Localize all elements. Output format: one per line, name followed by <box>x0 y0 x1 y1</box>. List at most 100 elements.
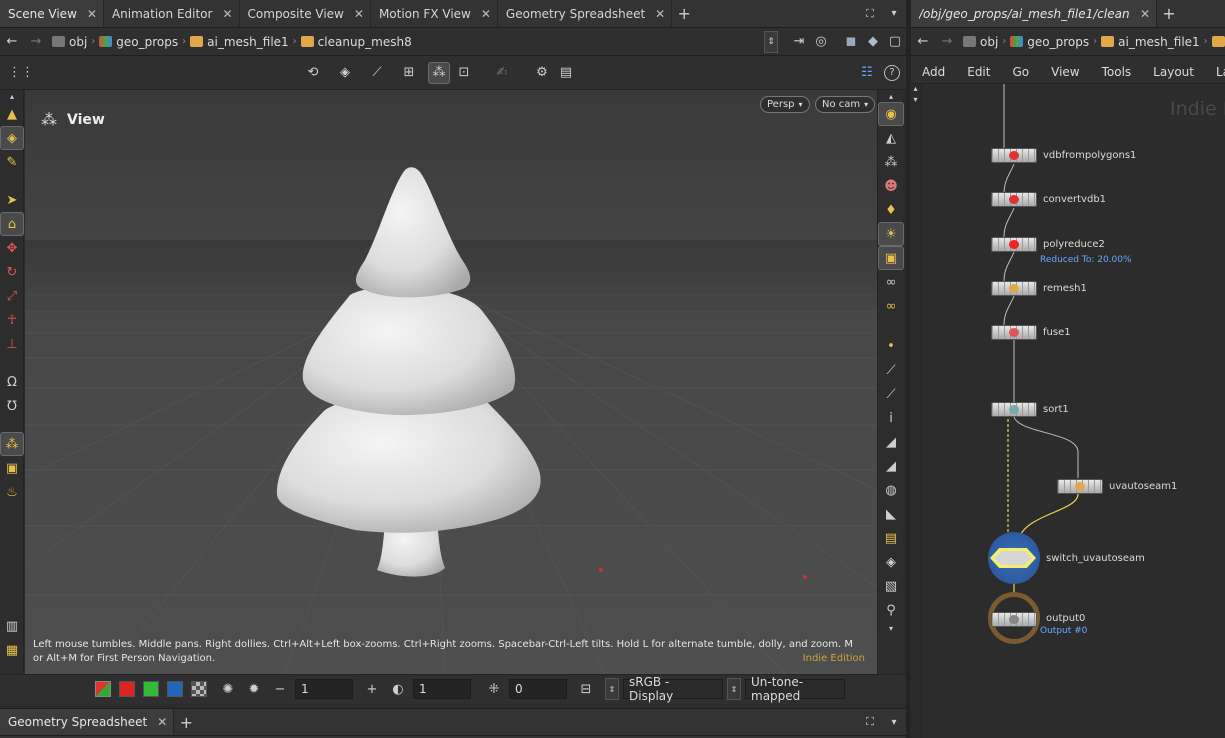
breadcrumb-ai-mesh-file[interactable]: ai_mesh_file1 <box>1097 35 1204 49</box>
brightness-icon[interactable]: ✺ <box>217 678 239 700</box>
dot-icon[interactable]: • <box>878 334 904 358</box>
breadcrumb-geo-props[interactable]: geo_props <box>1006 35 1093 49</box>
menu-labs[interactable]: Labs <box>1216 65 1225 79</box>
red-channel-chip[interactable] <box>119 681 135 697</box>
ghost-icon[interactable]: ◉ <box>878 102 904 126</box>
handle-icon[interactable]: ◈ <box>0 126 24 150</box>
magnet-icon[interactable]: Ω <box>0 370 24 394</box>
close-icon[interactable]: ✕ <box>354 7 364 21</box>
node-switch-uvautoseam[interactable]: switch_uvautoseam <box>988 532 1145 584</box>
pen-icon[interactable]: ✎ <box>0 150 24 174</box>
close-icon[interactable]: ✕ <box>87 7 97 21</box>
tab-geometry-spreadsheet[interactable]: Geometry Spreadsheet ✕ <box>0 709 175 735</box>
scene-viewport[interactable]: ⁂ View Persp ▾ No cam ▾ Left mouse tumbles… <box>25 90 877 674</box>
persp-dropdown[interactable]: Persp ▾ <box>760 96 810 113</box>
vertex-icon[interactable]: ⟋ <box>878 358 904 382</box>
tab-network-path[interactable]: /obj/geo_props/ai_mesh_file1/cleanup_m..… <box>911 0 1157 27</box>
pose-icon[interactable]: ☥ <box>0 308 24 332</box>
view-tool-icon[interactable]: ⁂ <box>0 432 24 456</box>
minus-icon[interactable]: − <box>269 678 291 700</box>
normals-icon[interactable]: ◍ <box>878 478 904 502</box>
grid-dots-icon[interactable]: ⋮⋮ <box>8 62 34 84</box>
close-icon[interactable]: ✕ <box>222 7 232 21</box>
node-vdbfrompolygons[interactable]: vdbfrompolygons1 <box>991 148 1136 163</box>
chevron-up-icon[interactable]: ▴ <box>878 90 904 102</box>
lut-icon[interactable]: ⊟ <box>575 678 597 700</box>
maximize-icon[interactable]: ⛶ <box>858 0 882 27</box>
edge-icon[interactable]: ⟋ <box>878 382 904 406</box>
forward-arrow-icon[interactable]: → <box>935 31 959 53</box>
snap-icon[interactable]: ◈ <box>334 62 356 84</box>
chevron-down-icon[interactable]: ▾ <box>882 0 906 27</box>
magnet-alt-icon[interactable]: ℧ <box>0 394 24 418</box>
shading-mode-icon[interactable]: ▣ <box>878 246 904 270</box>
chevron-down-icon[interactable]: ▾ <box>878 622 904 634</box>
menu-add[interactable]: Add <box>922 65 945 79</box>
breadcrumb-ai-mesh-file[interactable]: ai_mesh_file1 <box>186 35 293 49</box>
bricks-icon[interactable]: ▤ <box>878 526 904 550</box>
maximize-icon[interactable]: ⛶ <box>858 709 882 735</box>
prim-icon[interactable]: ◢ <box>878 430 904 454</box>
close-icon[interactable]: ✕ <box>157 715 167 729</box>
link-icon[interactable]: ⚲ <box>878 598 904 622</box>
forward-arrow-icon[interactable]: → <box>24 31 48 53</box>
stepper-icon[interactable]: ⇕ <box>605 678 619 700</box>
network-editor[interactable]: ▴ ▾ Indie E vdbfrompolygons1 convertvdb1… <box>910 84 1225 738</box>
plus-icon[interactable]: + <box>361 678 383 700</box>
tone-map-select[interactable]: Un-tone-mapped <box>745 675 845 703</box>
menu-tools[interactable]: Tools <box>1102 65 1132 79</box>
breadcrumb-geo-props[interactable]: geo_props <box>95 35 182 49</box>
exposure-icon[interactable]: ✹ <box>243 678 265 700</box>
node-uvautoseam[interactable]: uvautoseam1 <box>1057 479 1177 494</box>
close-icon[interactable]: ✕ <box>655 7 665 21</box>
sparkle-icon[interactable]: ⁜ <box>483 678 505 700</box>
snap-grid-icon[interactable]: ⊞ <box>398 62 420 84</box>
frame-icon[interactable]: ▢ <box>884 31 906 53</box>
clapper-icon[interactable]: ▦ <box>0 638 24 662</box>
add-tab-button[interactable]: + <box>174 709 198 735</box>
close-icon[interactable]: ✕ <box>1140 7 1150 21</box>
head-icon[interactable]: ☻ <box>878 174 904 198</box>
blue-channel-chip[interactable] <box>167 681 183 697</box>
xray-icon[interactable]: ◭ <box>878 126 904 150</box>
back-arrow-icon[interactable]: ← <box>0 31 24 53</box>
node-remesh[interactable]: remesh1 <box>991 281 1087 296</box>
back-arrow-icon[interactable]: ← <box>911 31 935 53</box>
contrast-field[interactable]: 1 <box>413 679 471 699</box>
tumble-icon[interactable]: ⟲ <box>302 62 324 84</box>
target-icon[interactable]: ◎ <box>810 31 832 53</box>
texture-icon[interactable]: ▧ <box>878 574 904 598</box>
menu-edit[interactable]: Edit <box>967 65 990 79</box>
display-options-icon[interactable]: ☷ <box>856 62 878 84</box>
help-icon[interactable]: ? <box>884 64 900 81</box>
breadcrumb-obj[interactable]: obj <box>48 35 91 49</box>
select-arrow-icon[interactable]: ➤ <box>0 188 24 212</box>
magnet-icon[interactable]: ⟋ <box>366 62 388 84</box>
cube-icon[interactable]: ◼ <box>840 31 862 53</box>
green-channel-chip[interactable] <box>143 681 159 697</box>
light-icon[interactable]: ♨ <box>0 480 24 504</box>
menu-go[interactable]: Go <box>1012 65 1029 79</box>
rotate-icon[interactable]: ↻ <box>0 260 24 284</box>
glasses-icon[interactable]: ∞ <box>878 270 904 294</box>
node-convertvdb[interactable]: convertvdb1 <box>991 192 1106 207</box>
tab-scene-view[interactable]: Scene View ✕ <box>0 0 104 27</box>
chevron-down-icon[interactable]: ▾ <box>882 709 906 735</box>
move-icon[interactable]: ✥ <box>0 236 24 260</box>
menu-layout[interactable]: Layout <box>1153 65 1194 79</box>
node-fuse[interactable]: fuse1 <box>991 325 1071 340</box>
view-menu-icon[interactable]: ⁂ <box>41 110 57 129</box>
tab-geometry-spreadsheet[interactable]: Geometry Spreadsheet ✕ <box>498 0 673 27</box>
add-tab-button[interactable]: + <box>1157 0 1181 27</box>
color-mode-chip[interactable] <box>95 681 111 697</box>
vert-number-icon[interactable]: ◢ <box>878 454 904 478</box>
add-tab-button[interactable]: + <box>672 0 696 27</box>
sculpt-icon[interactable]: ▲ <box>0 102 24 126</box>
bulb-icon[interactable]: ☀ <box>878 222 904 246</box>
path-dropdown-icon[interactable]: ⇕ <box>764 30 778 53</box>
menu-view[interactable]: View <box>1051 65 1079 79</box>
glasses-alt-icon[interactable]: ∞ <box>878 294 904 318</box>
close-icon[interactable]: ✕ <box>481 7 491 21</box>
contrast-icon[interactable]: ◐ <box>387 678 409 700</box>
frame-all-icon[interactable]: ⊡ <box>453 62 475 84</box>
